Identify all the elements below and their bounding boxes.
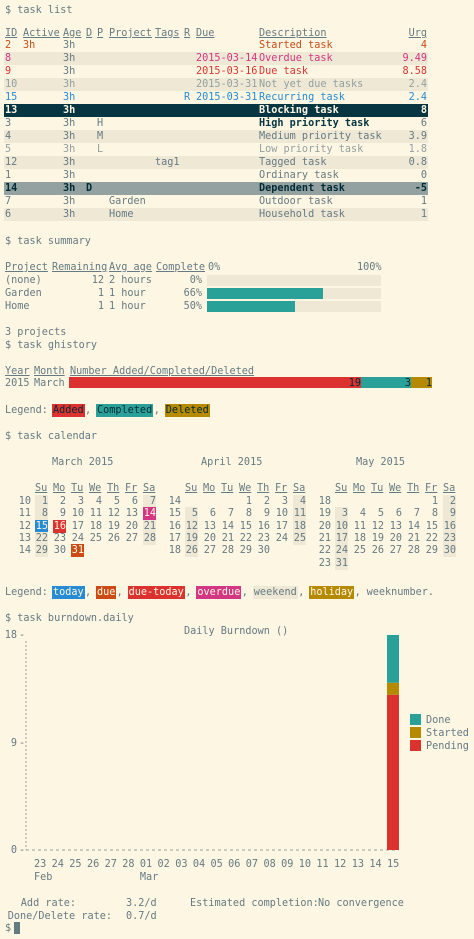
done-rate-value: 0.7/d <box>126 911 157 922</box>
x-tick-label: 01 <box>139 859 153 870</box>
x-tick-label: 05 <box>210 859 223 870</box>
y-tick-label: 9 <box>10 737 17 749</box>
x-tick-label: 26 <box>86 859 100 870</box>
legend-swatch-pending <box>410 740 421 751</box>
add-rate-label: Add rate: <box>20 898 76 909</box>
x-tick-label: 25 <box>69 859 82 870</box>
legend-label-pending: Pending <box>426 741 469 752</box>
x-tick-label: 23 <box>34 859 47 870</box>
burndown-bar-started <box>387 682 399 695</box>
legend-swatch-started <box>410 727 421 738</box>
x-tick-label: 11 <box>316 859 329 870</box>
x-tick-label: 15 <box>387 859 400 870</box>
x-month-label: Feb <box>34 872 53 883</box>
legend-swatch-done <box>410 714 421 725</box>
burndown-bar-pending <box>387 694 399 850</box>
y-tick-mark: - <box>19 737 26 749</box>
x-tick-label: 07 <box>245 859 259 870</box>
x-tick-label: 04 <box>192 859 206 870</box>
x-tick-label: 06 <box>228 859 241 870</box>
legend-label-started: Started <box>426 728 469 739</box>
add-rate-value: 3.2/d <box>126 898 157 909</box>
x-tick-label: 12 <box>334 859 347 870</box>
y-tick-label: 18 <box>4 630 17 641</box>
x-tick-label: 13 <box>351 859 364 870</box>
legend-label-done: Done <box>426 715 451 726</box>
done-rate-label: Done/Delete rate: <box>7 911 112 922</box>
x-tick-label: 03 <box>175 859 188 870</box>
burndown-chart <box>25 635 399 851</box>
x-tick-label: 14 <box>369 859 382 870</box>
completion-label: Estimated completion: <box>190 898 319 909</box>
x-tick-label: 09 <box>281 859 294 870</box>
x-tick-label: 08 <box>263 859 276 870</box>
completion-value: No convergence <box>318 898 404 909</box>
x-tick-label: 02 <box>157 859 170 870</box>
terminal-cursor[interactable] <box>14 922 20 934</box>
y-tick-label: 0 <box>10 845 17 856</box>
burndown-bar-done <box>387 635 399 683</box>
x-tick-label: 27 <box>104 859 117 870</box>
x-tick-label: 24 <box>51 859 64 870</box>
final-prompt: $ <box>5 923 12 934</box>
y-tick-mark: - <box>19 630 26 641</box>
x-tick-label: 10 <box>298 859 312 870</box>
x-month-label: Mar <box>139 872 159 883</box>
x-tick-label: 28 <box>122 859 135 870</box>
y-tick-mark: - <box>19 845 26 856</box>
